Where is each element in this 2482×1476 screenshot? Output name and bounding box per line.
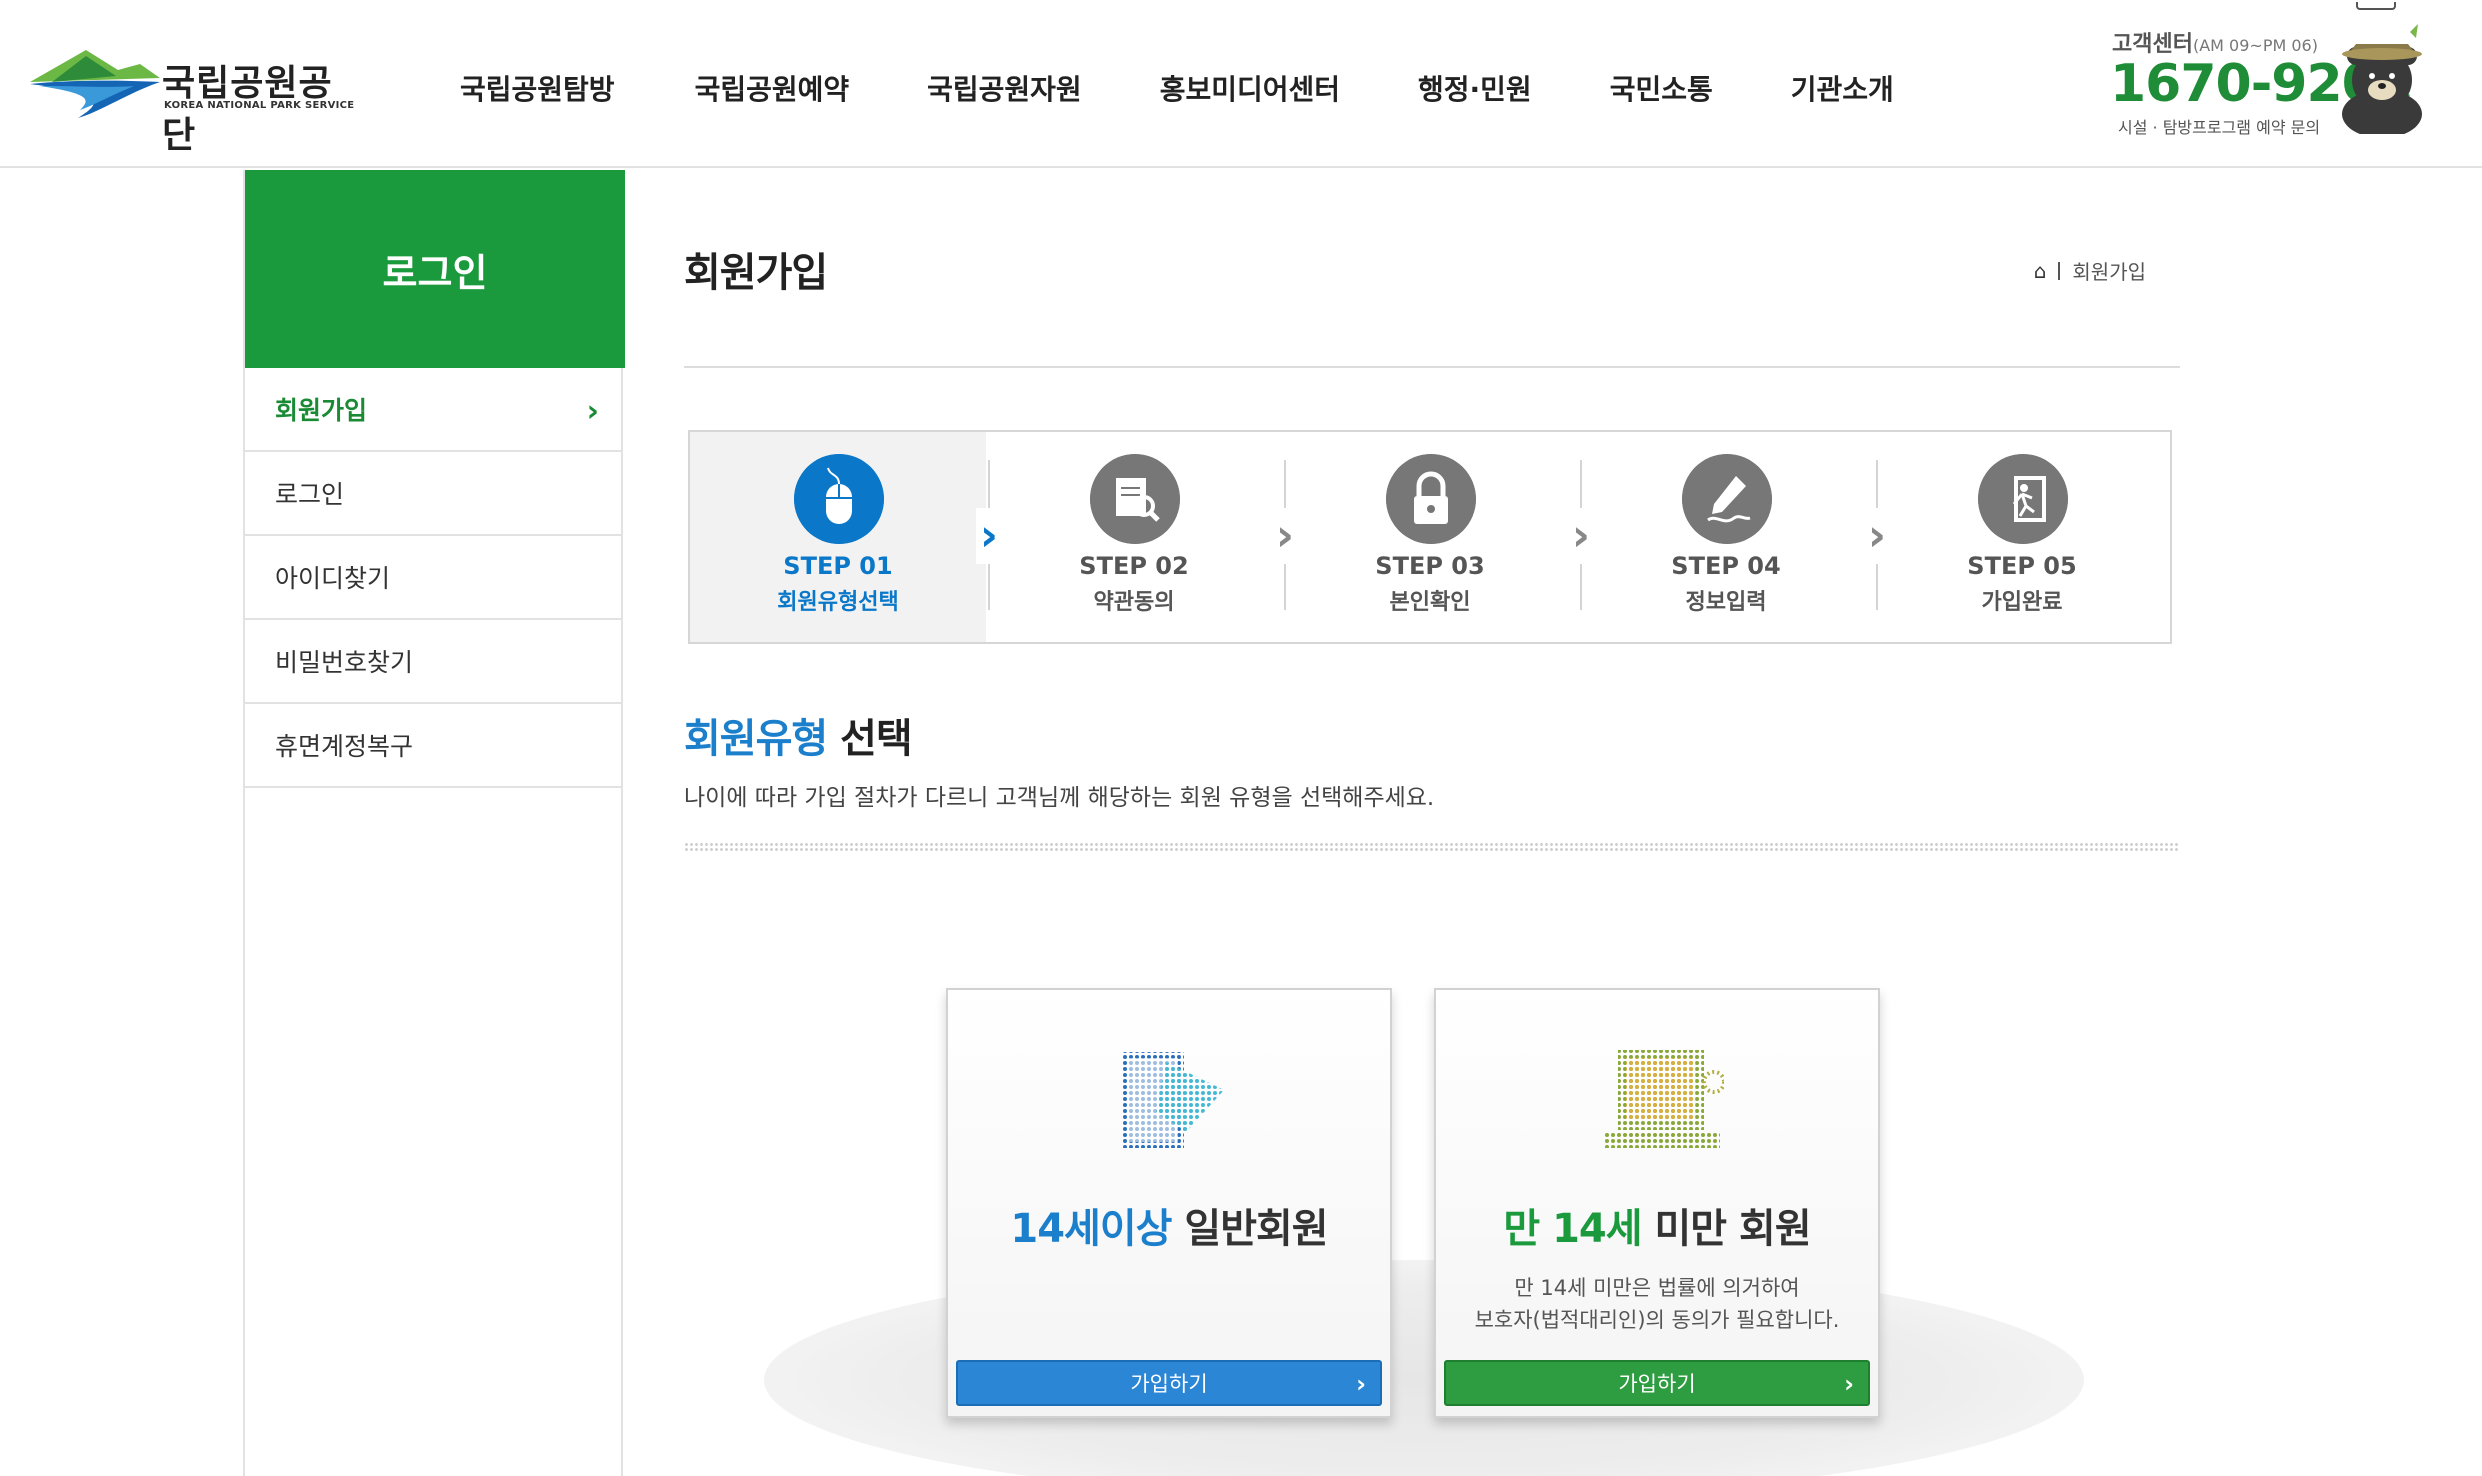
step-label: 본인확인 [1389,590,1471,615]
nav-item-park-reservation[interactable]: 국립공원예약 [695,68,850,108]
chevron-right-icon: › [1272,508,1298,564]
park-logo-icon [30,50,160,118]
step-number: STEP 02 [1079,552,1189,580]
document-pen-icon [1122,1052,1224,1148]
step-number: STEP 05 [1967,552,2077,580]
card-title-rest: 일반회원 [1171,1206,1328,1252]
nav-item-media-center[interactable]: 홍보미디어센터 [1160,68,1340,108]
join-button-label: 가입하기 [1618,1372,1696,1396]
breadcrumb-separator [2058,261,2061,280]
nav-item-administration[interactable]: 행정·민원 [1418,68,1532,108]
join-button-label: 가입하기 [1130,1372,1208,1396]
sidebar-item-label: 비밀번호찾기 [275,648,414,677]
step-4: STEP 04 정보입력 › [1578,432,1890,642]
member-type-card-under14[interactable]: 만 14세 미만 회원 만 14세 미만은 법률에 의거하여 보호자(법적대리인… [1434,988,1880,1418]
breadcrumb-current: 회원가입 [2072,260,2146,284]
step-label: 회원유형선택 [777,590,899,615]
nav-item-communication[interactable]: 국민소통 [1610,68,1713,108]
chevron-right-icon: › [1356,1370,1366,1398]
step-1: STEP 01 회원유형선택 › [690,432,1002,642]
sidebar-item-find-password[interactable]: 비밀번호찾기 [245,620,621,704]
sidebar-item-label: 로그인 [275,480,345,509]
sidebar-item-restore-account[interactable]: 휴면계정복구 [245,704,621,788]
chevron-right-icon: › [586,394,599,429]
step-label: 가입완료 [1981,590,2063,615]
sidebar-title: 로그인 [245,170,625,368]
top-tab-outline [2356,2,2396,10]
logo-english-text: KOREA NATIONAL PARK SERVICE [164,100,355,111]
bear-mascot-icon [2342,24,2422,134]
site-logo[interactable]: 국립공원공단 KOREA NATIONAL PARK SERVICE [30,46,360,156]
customer-center-subtext: 시설 · 탐방프로그램 예약 문의 [2118,118,2321,137]
join-under14-button[interactable]: 가입하기 › [1444,1360,1870,1406]
step-5: STEP 05 가입완료 [1874,432,2170,642]
breadcrumb: ⌂ 회원가입 [2034,256,2146,285]
sidebar-item-login[interactable]: 로그인 [245,452,621,536]
card-note: 만 14세 미만은 법률에 의거하여 보호자(법적대리인)의 동의가 필요합니다… [1436,1272,1878,1336]
step-label: 약관동의 [1093,590,1175,615]
main-navigation: 국립공원탐방 국립공원예약 국립공원자원 홍보미디어센터 행정·민원 국민소통 … [460,68,1972,108]
section-title: 회원유형 선택 [684,706,913,764]
chevron-right-icon: › [976,508,1002,564]
step-2: STEP 02 약관동의 › [986,432,1298,642]
mouse-icon [794,454,884,544]
dotted-divider [684,842,2180,852]
exit-door-icon [1978,454,2068,544]
page: 국립공원공단 KOREA NATIONAL PARK SERVICE 국립공원탐… [0,0,2482,1476]
member-type-card-general[interactable]: 14세이상 일반회원 가입하기 › [946,988,1392,1418]
step-number: STEP 04 [1671,552,1781,580]
card-title: 14세이상 일반회원 [948,1196,1390,1254]
sidebar-item-label: 아이디찾기 [275,564,391,593]
pen-icon [1682,454,1772,544]
card-note-line-1: 만 14세 미만은 법률에 의거하여 [1514,1276,1800,1300]
customer-center: 고객센터(AM 09~PM 06) 1670-9201 시설 · 탐방프로그램 … [2106,2,2476,144]
section-title-rest: 선택 [827,716,913,762]
sidebar-item-label: 회원가입 [275,396,368,425]
card-note-line-2: 보호자(법적대리인)의 동의가 필요합니다. [1474,1308,1840,1332]
chevron-right-icon: › [1568,508,1594,564]
sidebar-item-signup[interactable]: 회원가입 › [245,368,621,452]
title-divider [684,366,2180,368]
nav-item-park-visit[interactable]: 국립공원탐방 [460,68,615,108]
card-title-highlight: 만 14세 [1503,1206,1642,1252]
laptop-icon [1604,1050,1724,1148]
section-description: 나이에 따라 가입 절차가 다르니 고객님께 해당하는 회원 유형을 선택해주세… [684,785,1435,811]
card-title: 만 14세 미만 회원 [1436,1196,1878,1254]
section-title-highlight: 회원유형 [684,716,828,762]
home-icon[interactable]: ⌂ [2034,259,2047,283]
nav-item-park-resources[interactable]: 국립공원자원 [927,68,1082,108]
sidebar-item-find-id[interactable]: 아이디찾기 [245,536,621,620]
card-title-highlight: 14세이상 [1010,1206,1172,1252]
join-general-button[interactable]: 가입하기 › [956,1360,1382,1406]
signup-steps: STEP 01 회원유형선택 › STEP 02 약관동의 › STEP 03 … [688,430,2172,644]
step-label: 정보입력 [1685,590,1767,615]
page-title: 회원가입 [684,250,828,296]
site-header: 국립공원공단 KOREA NATIONAL PARK SERVICE 국립공원탐… [0,0,2482,168]
step-number: STEP 01 [783,552,893,580]
sidebar: 로그인 회원가입 › 로그인 아이디찾기 비밀번호찾기 휴면계정복구 [243,170,625,1476]
step-number: STEP 03 [1375,552,1485,580]
lock-icon [1386,454,1476,544]
card-title-rest: 미만 회원 [1641,1206,1811,1252]
customer-center-hours: (AM 09~PM 06) [2192,36,2318,55]
sidebar-item-label: 휴면계정복구 [275,732,414,761]
chevron-right-icon: › [1844,1370,1854,1398]
chevron-right-icon: › [1864,508,1890,564]
nav-item-about[interactable]: 기관소개 [1791,68,1894,108]
document-search-icon [1090,454,1180,544]
step-3: STEP 03 본인확인 › [1282,432,1594,642]
